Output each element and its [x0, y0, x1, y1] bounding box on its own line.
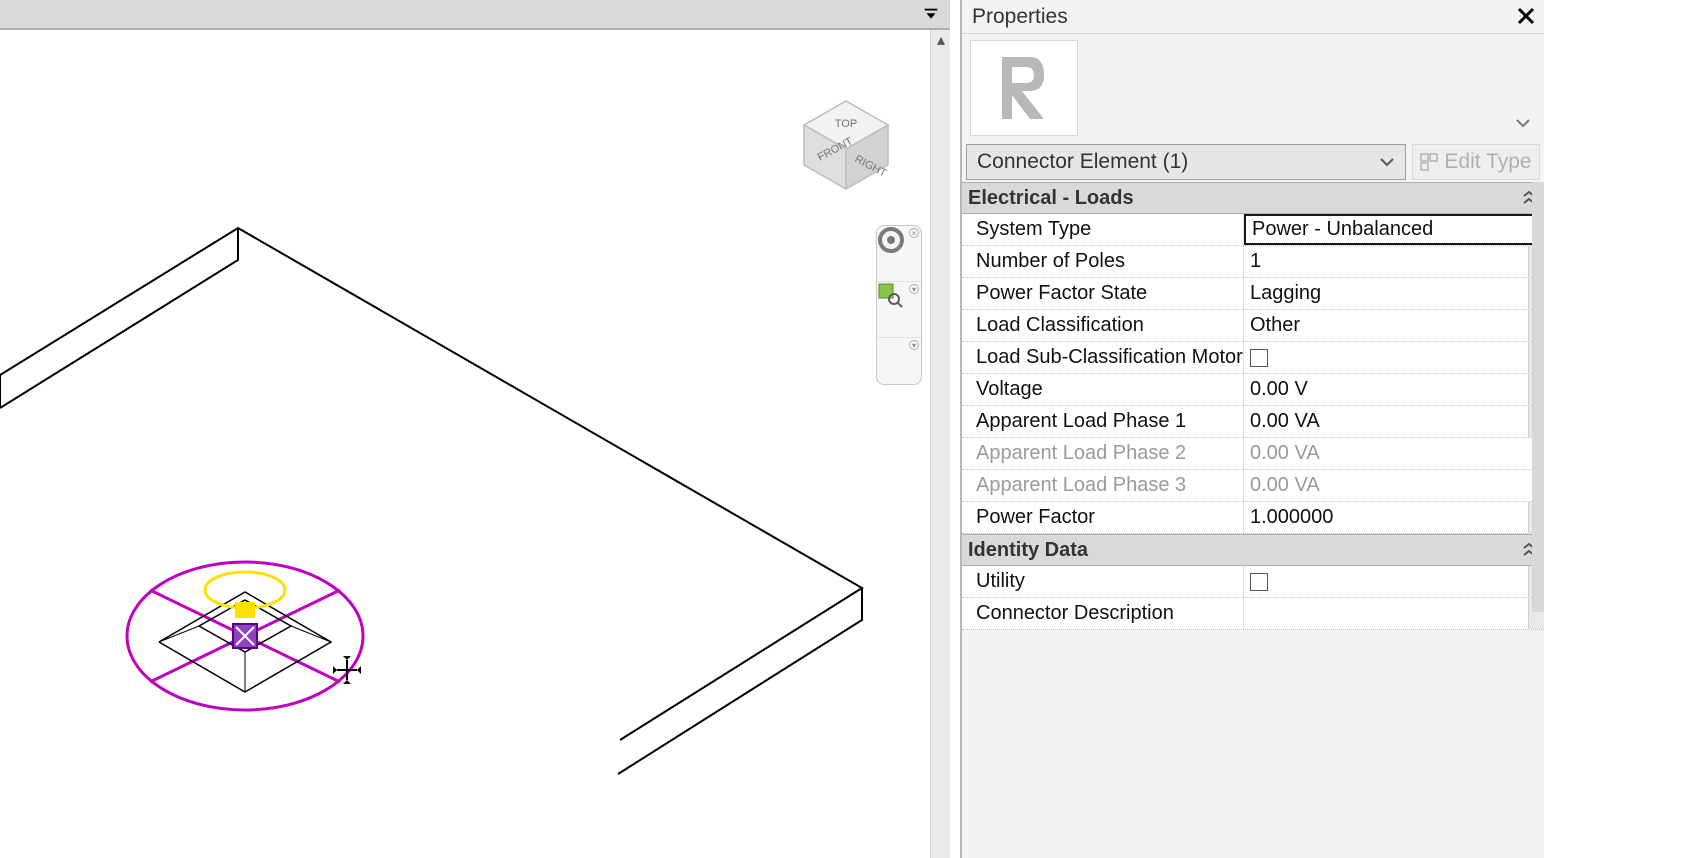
section-identity-data[interactable]: Identity Data: [962, 534, 1544, 566]
properties-palette: Properties Connector Element (1): [960, 0, 1544, 858]
prop-load-subclass-motor[interactable]: Load Sub-Classification Motor: [962, 342, 1544, 374]
viewcube-top-label: TOP: [835, 118, 857, 130]
prop-power-factor[interactable]: Power Factor 1.000000: [962, 502, 1544, 534]
panel-title-bar: Properties: [962, 0, 1544, 34]
checkbox[interactable]: [1250, 349, 1268, 367]
prop-voltage[interactable]: Voltage 0.00 V: [962, 374, 1544, 406]
type-preview-row: [962, 34, 1544, 142]
panel-title-text: Properties: [972, 5, 1068, 29]
close-icon[interactable]: [1514, 4, 1538, 28]
prop-apparent-load-phase-3: Apparent Load Phase 3 0.00 VA: [962, 470, 1544, 502]
edit-type-label: Edit Type: [1444, 150, 1531, 174]
edit-type-icon: [1420, 153, 1438, 171]
nav-more-button[interactable]: ▾: [877, 338, 921, 382]
checkbox[interactable]: [1250, 573, 1268, 591]
steering-wheel-icon: [877, 226, 905, 254]
prop-connector-description[interactable]: Connector Description: [962, 598, 1544, 630]
quick-access-dropdown-icon[interactable]: [922, 6, 940, 24]
edit-type-button: Edit Type: [1412, 144, 1540, 180]
viewport-scrollbar[interactable]: ▴: [930, 30, 950, 858]
viewport-3d[interactable]: TOP FRONT RIGHT × ▾ ▾: [0, 30, 930, 858]
revit-logo-icon: [994, 53, 1054, 123]
view-cube[interactable]: TOP FRONT RIGHT: [796, 95, 896, 195]
prop-system-type[interactable]: System Type Power - Unbalanced: [962, 214, 1544, 246]
scroll-up-icon[interactable]: ▴: [931, 30, 951, 50]
prop-apparent-load-phase-1[interactable]: Apparent Load Phase 1 0.00 VA: [962, 406, 1544, 438]
prop-apparent-load-phase-2: Apparent Load Phase 2 0.00 VA: [962, 438, 1544, 470]
prop-number-of-poles[interactable]: Number of Poles 1: [962, 246, 1544, 278]
section-electrical-loads[interactable]: Electrical - Loads: [962, 182, 1544, 214]
chevron-down-icon: [1379, 154, 1395, 170]
steering-wheel-button[interactable]: ×: [877, 226, 921, 282]
navigation-bar[interactable]: × ▾ ▾: [876, 225, 922, 385]
element-selector-combo[interactable]: Connector Element (1): [966, 144, 1406, 180]
zoom-region-icon: [877, 282, 903, 308]
element-selector-text: Connector Element (1): [977, 150, 1188, 174]
prop-load-classification[interactable]: Load Classification Other: [962, 310, 1544, 342]
model-geometry: [0, 30, 930, 858]
quick-access-bar: [0, 0, 950, 30]
prop-utility[interactable]: Utility: [962, 566, 1544, 598]
property-grid: Electrical - Loads System Type Power - U…: [962, 182, 1544, 858]
zoom-region-button[interactable]: ▾: [877, 282, 921, 338]
property-grid-scrollbar[interactable]: [1532, 182, 1544, 612]
chevron-down-icon: [1514, 114, 1532, 132]
prop-power-factor-state[interactable]: Power Factor State Lagging: [962, 278, 1544, 310]
type-dropdown[interactable]: [1086, 40, 1536, 136]
type-thumbnail: [970, 40, 1078, 136]
